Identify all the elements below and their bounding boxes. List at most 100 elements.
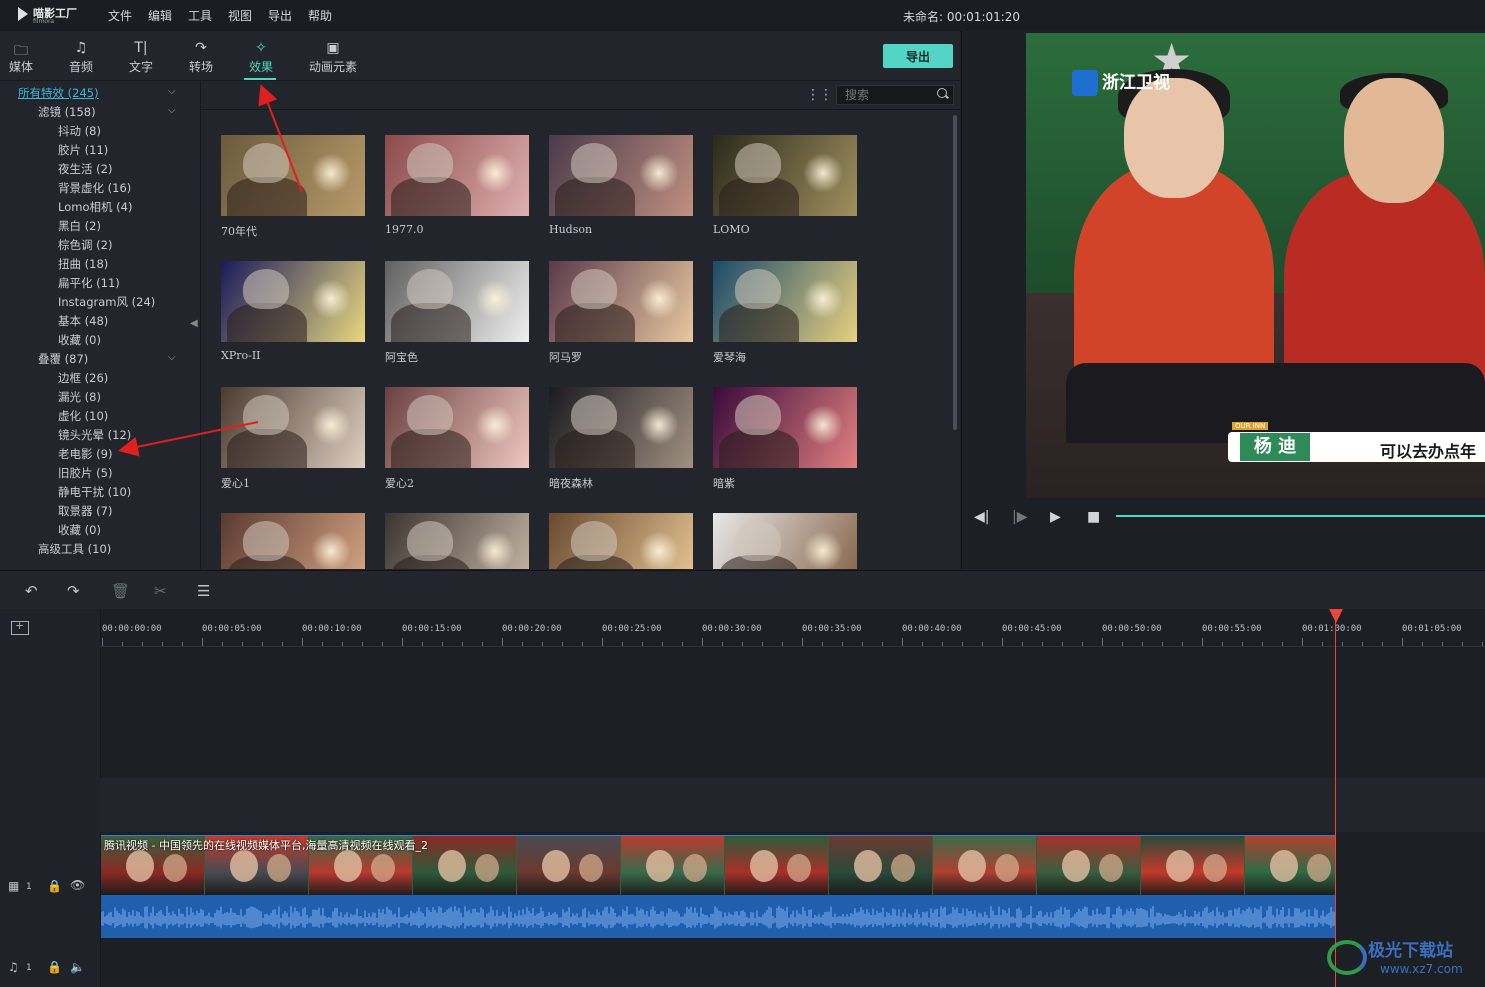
tick-label: 00:00:50:00 bbox=[1102, 624, 1162, 634]
effect-thumbnail[interactable] bbox=[385, 135, 529, 216]
menu-tools[interactable]: 工具 bbox=[188, 7, 212, 24]
tab-transition[interactable]: ↷ 转场 bbox=[181, 40, 221, 75]
audio-clip[interactable] bbox=[101, 895, 1336, 938]
tab-elements[interactable]: ▣ 动画元素 bbox=[303, 40, 363, 75]
caption-text: 可以去办点年 bbox=[1380, 442, 1477, 461]
category-item[interactable]: 扭曲 (18) bbox=[58, 256, 108, 272]
effect-thumbnail[interactable] bbox=[713, 135, 857, 216]
adjust-icon[interactable]: ☰ bbox=[197, 582, 210, 600]
category-item[interactable]: 虚化 (10) bbox=[58, 408, 108, 424]
eye-icon[interactable]: 👁 bbox=[70, 878, 85, 892]
category-item[interactable]: 夜生活 (2) bbox=[58, 161, 112, 177]
next-frame-icon[interactable]: |▶ bbox=[1012, 509, 1027, 525]
add-track-icon[interactable] bbox=[11, 619, 29, 635]
tick-label: 00:01:05:00 bbox=[1402, 624, 1462, 634]
effect-thumbnail[interactable] bbox=[549, 135, 693, 216]
effect-thumbnail[interactable] bbox=[221, 513, 365, 569]
cut-icon[interactable]: ✂ bbox=[154, 582, 167, 600]
category-item[interactable]: 基本 (48) bbox=[58, 313, 108, 329]
category-item[interactable]: 老电影 (9) bbox=[58, 446, 112, 462]
category-item[interactable]: 边框 (26) bbox=[58, 370, 108, 386]
category-item[interactable]: 所有特效 (245) bbox=[18, 85, 99, 101]
stop-icon[interactable]: ■ bbox=[1087, 509, 1100, 525]
effect-thumbnail[interactable] bbox=[549, 513, 693, 569]
effect-thumbnail[interactable] bbox=[549, 387, 693, 468]
menu-help[interactable]: 帮助 bbox=[308, 7, 332, 24]
effect-thumbnail[interactable] bbox=[385, 513, 529, 569]
collapse-sidebar-icon[interactable]: ◀ bbox=[190, 318, 198, 329]
timeline-toolbar bbox=[0, 570, 1485, 610]
category-item[interactable]: 取景器 (7) bbox=[58, 503, 112, 519]
redo-icon[interactable]: ↷ bbox=[67, 582, 80, 600]
category-item[interactable]: 抖动 (8) bbox=[58, 123, 101, 139]
search-input[interactable] bbox=[836, 85, 954, 105]
channel-logo-icon bbox=[1072, 70, 1098, 96]
category-item[interactable]: 背景虚化 (16) bbox=[58, 180, 131, 196]
empty-track[interactable] bbox=[100, 778, 1485, 832]
transition-icon: ↷ bbox=[195, 40, 207, 56]
video-track-number: 1 bbox=[26, 882, 32, 892]
delete-icon[interactable]: 🗑 bbox=[111, 582, 130, 600]
text-icon: T| bbox=[134, 40, 148, 56]
effect-thumbnail[interactable] bbox=[713, 261, 857, 342]
playhead-handle[interactable] bbox=[1329, 609, 1343, 623]
ruler-tick bbox=[302, 638, 303, 646]
tick-label: 00:00:05:00 bbox=[202, 624, 262, 634]
effect-thumbnail[interactable] bbox=[221, 135, 365, 216]
speaker-icon[interactable]: 🔈 bbox=[70, 960, 85, 974]
tab-media[interactable]: 🗀 媒体 bbox=[1, 40, 41, 75]
grid-scrollbar[interactable] bbox=[953, 115, 957, 430]
category-item[interactable]: 高级工具 (10) bbox=[38, 541, 111, 557]
category-item[interactable]: 叠覆 (87) bbox=[38, 351, 88, 367]
logo-subtext: filmora bbox=[33, 18, 55, 25]
clip-frame bbox=[413, 836, 516, 896]
tab-audio[interactable]: ♫ 音频 bbox=[61, 40, 101, 75]
playback-progress[interactable] bbox=[1116, 515, 1485, 517]
effect-thumbnail[interactable] bbox=[385, 261, 529, 342]
tab-effects[interactable]: ✧ 效果 bbox=[241, 40, 281, 75]
ruler-tick bbox=[902, 638, 903, 646]
tab-label: 音频 bbox=[68, 60, 93, 74]
export-button[interactable]: 导出 bbox=[883, 44, 953, 68]
ruler-tick bbox=[402, 638, 403, 646]
tab-label: 媒体 bbox=[8, 60, 33, 74]
play-icon[interactable]: ▶ bbox=[1050, 509, 1061, 525]
effect-thumbnail[interactable] bbox=[713, 387, 857, 468]
category-item[interactable]: 收藏 (0) bbox=[58, 332, 101, 348]
category-item[interactable]: 滤镜 (158) bbox=[38, 104, 96, 120]
effect-thumbnail[interactable] bbox=[713, 513, 857, 569]
lock-icon[interactable]: 🔒 bbox=[47, 960, 62, 974]
playhead[interactable] bbox=[1335, 610, 1336, 987]
prev-frame-icon[interactable]: ◀| bbox=[974, 509, 989, 525]
category-item[interactable]: Lomo相机 (4) bbox=[58, 199, 132, 215]
category-item[interactable]: 胶片 (11) bbox=[58, 142, 108, 158]
tick-label: 00:01:00:00 bbox=[1302, 624, 1362, 634]
menu-view[interactable]: 视图 bbox=[228, 7, 252, 24]
lock-icon[interactable]: 🔒 bbox=[47, 879, 62, 893]
undo-icon[interactable]: ↶ bbox=[25, 582, 38, 600]
category-item[interactable]: 漏光 (8) bbox=[58, 389, 101, 405]
category-item[interactable]: 收藏 (0) bbox=[58, 522, 101, 538]
search-icon[interactable] bbox=[937, 88, 947, 98]
effect-thumbnail[interactable] bbox=[549, 261, 693, 342]
category-item[interactable]: 静电干扰 (10) bbox=[58, 484, 131, 500]
chevron-down-icon[interactable]: ⌵ bbox=[168, 352, 176, 363]
category-item[interactable]: 旧胶片 (5) bbox=[58, 465, 112, 481]
audio-track-number: 1 bbox=[26, 963, 32, 973]
category-item[interactable]: 镜头光晕 (12) bbox=[58, 427, 131, 443]
category-item[interactable]: 黑白 (2) bbox=[58, 218, 101, 234]
menu-file[interactable]: 文件 bbox=[108, 7, 132, 24]
chevron-down-icon[interactable]: ⌵ bbox=[168, 86, 176, 97]
category-item[interactable]: 扁平化 (11) bbox=[58, 275, 120, 291]
category-item[interactable]: 棕色调 (2) bbox=[58, 237, 112, 253]
effect-thumbnail[interactable] bbox=[221, 261, 365, 342]
tab-label: 动画元素 bbox=[308, 60, 357, 74]
tab-text[interactable]: T| 文字 bbox=[121, 40, 161, 75]
menu-export[interactable]: 导出 bbox=[268, 7, 292, 24]
effect-thumbnail[interactable] bbox=[385, 387, 529, 468]
chevron-down-icon[interactable]: ⌵ bbox=[168, 105, 176, 116]
effect-thumbnail[interactable] bbox=[221, 387, 365, 468]
category-item[interactable]: Instagram风 (24) bbox=[58, 294, 155, 310]
effect-label: 暗夜森林 bbox=[549, 477, 593, 490]
menu-edit[interactable]: 编辑 bbox=[148, 7, 172, 24]
